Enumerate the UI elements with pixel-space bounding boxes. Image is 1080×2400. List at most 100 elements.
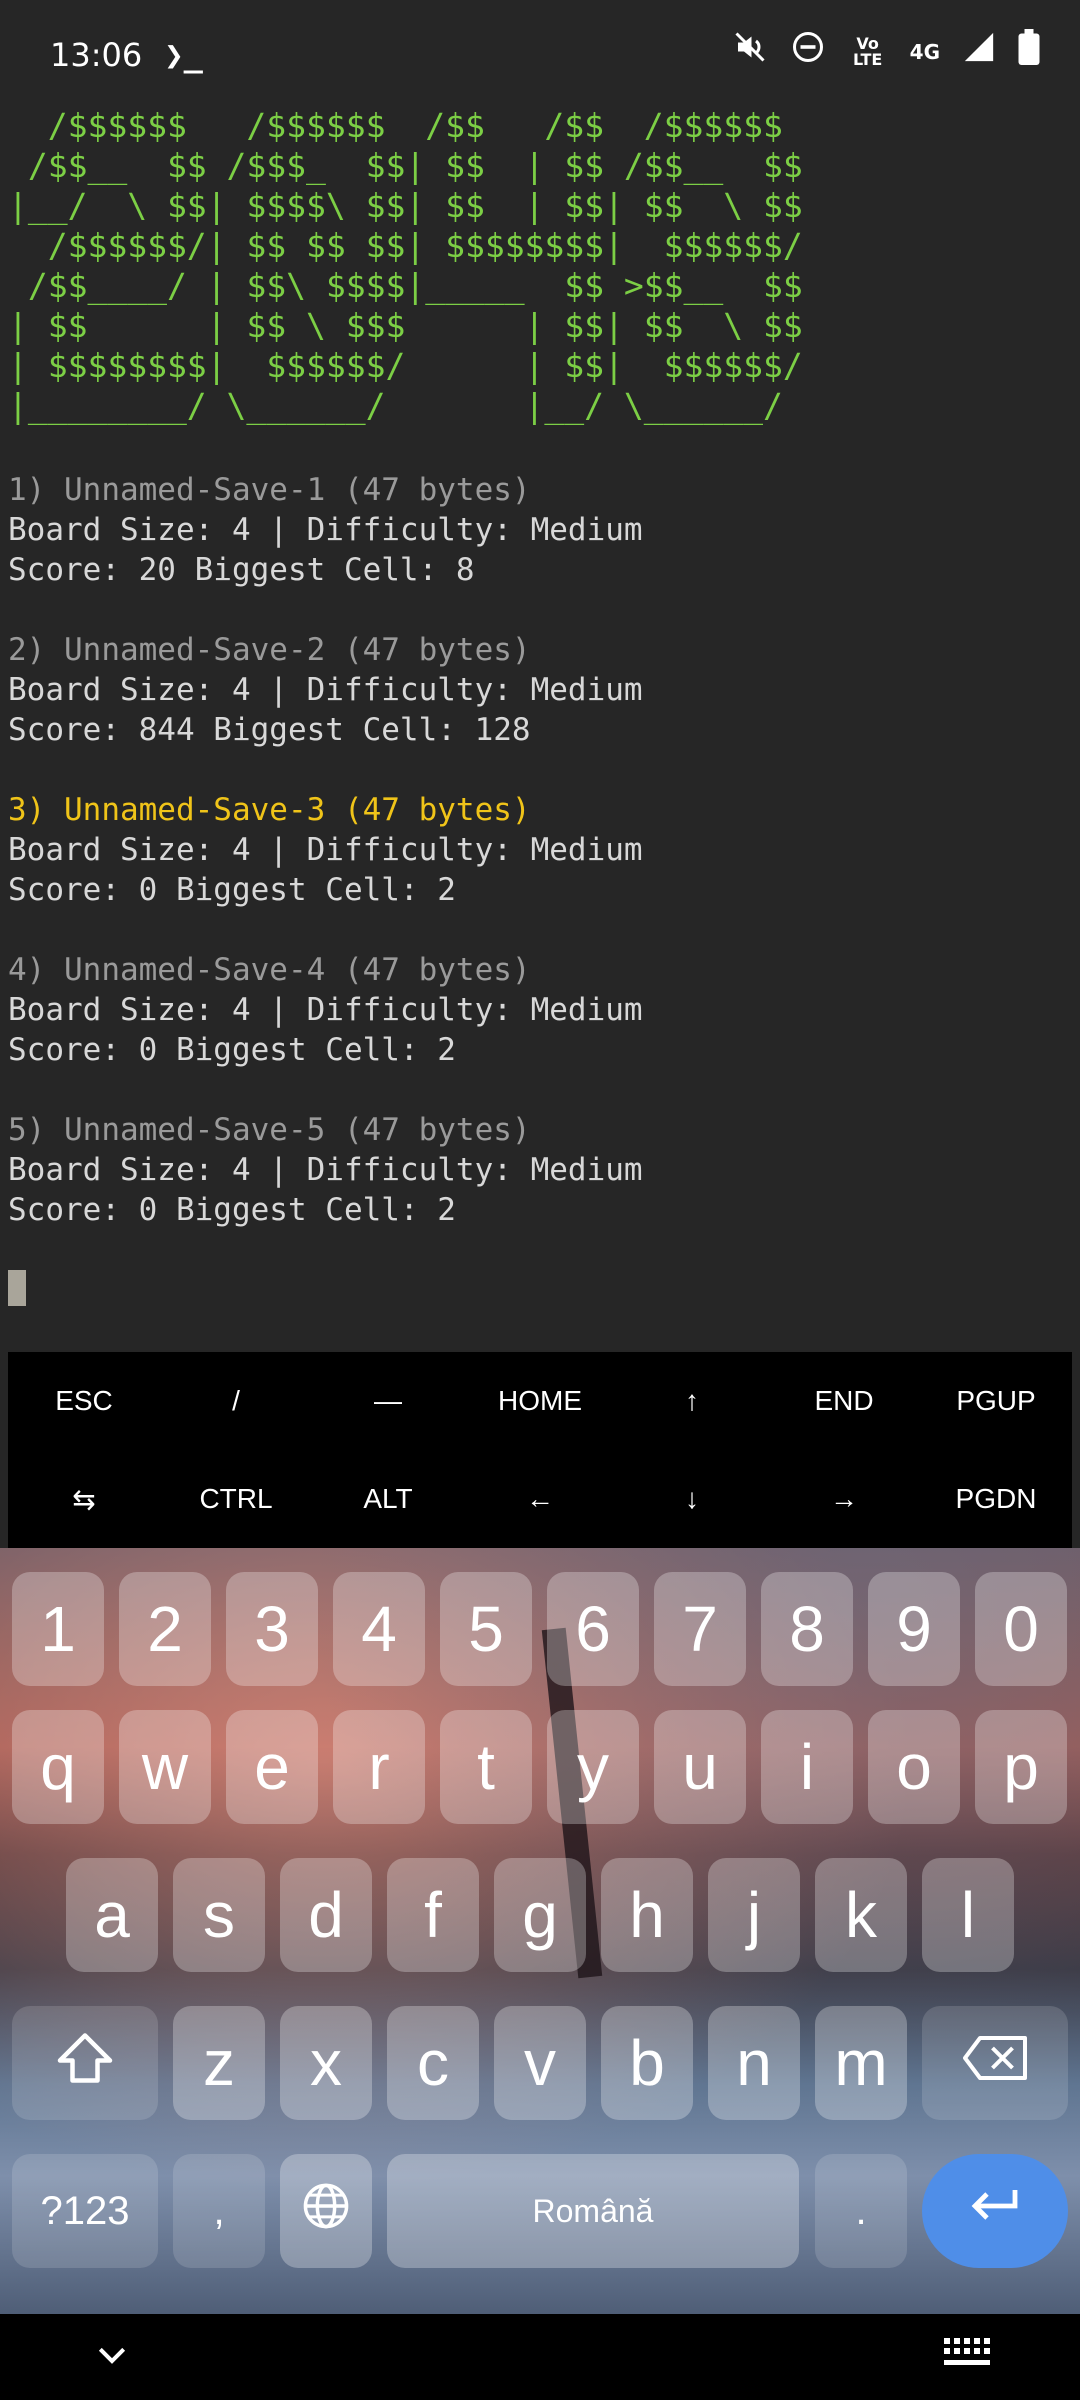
key-c[interactable]: c: [387, 2006, 479, 2120]
enter-key[interactable]: [922, 2154, 1068, 2268]
key-3[interactable]: 3: [226, 1572, 318, 1686]
language-key[interactable]: [280, 2154, 372, 2268]
key-a[interactable]: a: [66, 1858, 158, 1972]
terminal-cursor: [8, 1270, 26, 1306]
ctrl-key[interactable]: CTRL: [160, 1450, 312, 1548]
key-m[interactable]: m: [815, 2006, 907, 2120]
key-o[interactable]: o: [868, 1710, 960, 1824]
key-l[interactable]: l: [922, 1858, 1014, 1972]
key-5[interactable]: 5: [440, 1572, 532, 1686]
save-score-info: Score: 0 Biggest Cell: 2: [8, 872, 456, 908]
save-title: 1) Unnamed-Save-1 (47 bytes): [8, 472, 531, 508]
extra-keys-row-2: ⇆ CTRL ALT ← ↓ → PGDN: [8, 1450, 1072, 1548]
key-u[interactable]: u: [654, 1710, 746, 1824]
key-j[interactable]: j: [708, 1858, 800, 1972]
alt-key[interactable]: ALT: [312, 1450, 464, 1548]
keyboard-switcher-button[interactable]: [944, 2338, 990, 2365]
home-key[interactable]: HOME: [464, 1352, 616, 1450]
key-f[interactable]: f: [387, 1858, 479, 1972]
comma-key[interactable]: ,: [173, 2154, 265, 2268]
extra-keys-toolbar: ESC / — HOME ↑ END PGUP ⇆ CTRL ALT ← ↓ →…: [8, 1352, 1072, 1548]
terminal-notification-icon: ❯_: [164, 36, 203, 74]
save-score-info: Score: 20 Biggest Cell: 8: [8, 552, 475, 588]
pgdn-key[interactable]: PGDN: [920, 1450, 1072, 1548]
status-icons: Vo LTE 4G: [732, 28, 1040, 75]
save-entry-1[interactable]: 1) Unnamed-Save-1 (47 bytes) Board Size:…: [8, 470, 643, 590]
network-4g-icon: 4G: [909, 40, 940, 64]
space-bar[interactable]: Română: [387, 2154, 799, 2268]
key-e[interactable]: e: [226, 1710, 318, 1824]
key-q[interactable]: q: [12, 1710, 104, 1824]
shift-icon: [55, 2030, 115, 2096]
save-title: 3) Unnamed-Save-3 (47 bytes): [8, 792, 531, 828]
dash-key[interactable]: —: [312, 1352, 464, 1450]
key-4[interactable]: 4: [333, 1572, 425, 1686]
key-r[interactable]: r: [333, 1710, 425, 1824]
esc-key[interactable]: ESC: [8, 1352, 160, 1450]
key-t[interactable]: t: [440, 1710, 532, 1824]
shift-key[interactable]: [12, 2006, 158, 2120]
navigation-bar: [0, 2314, 1080, 2400]
key-d[interactable]: d: [280, 1858, 372, 1972]
save-entry-4[interactable]: 4) Unnamed-Save-4 (47 bytes) Board Size:…: [8, 950, 643, 1070]
symbols-key[interactable]: ?123: [12, 2154, 158, 2268]
key-0[interactable]: 0: [975, 1572, 1067, 1686]
arrow-up-key[interactable]: ↑: [616, 1352, 768, 1450]
battery-icon: [1018, 28, 1040, 76]
key-g[interactable]: g: [494, 1858, 586, 1972]
save-board-info: Board Size: 4 | Difficulty: Medium: [8, 1152, 643, 1188]
do-not-disturb-icon: [790, 29, 826, 76]
save-entry-5[interactable]: 5) Unnamed-Save-5 (47 bytes) Board Size:…: [8, 1110, 643, 1230]
pgup-key[interactable]: PGUP: [920, 1352, 1072, 1450]
arrow-right-key[interactable]: →: [768, 1450, 920, 1548]
hide-keyboard-button[interactable]: [92, 2336, 132, 2385]
tab-key[interactable]: ⇆: [8, 1450, 160, 1548]
soft-keyboard: 1 2 3 4 5 6 7 8 9 0 q w e r t y u i o p …: [0, 1548, 1080, 2314]
save-entry-2[interactable]: 2) Unnamed-Save-2 (47 bytes) Board Size:…: [8, 630, 643, 750]
save-title: 5) Unnamed-Save-5 (47 bytes): [8, 1112, 531, 1148]
extra-keys-row-1: ESC / — HOME ↑ END PGUP: [8, 1352, 1072, 1450]
status-left: 13:06 ❯_: [50, 36, 203, 74]
volte-icon: Vo LTE: [852, 34, 883, 69]
key-s[interactable]: s: [173, 1858, 265, 1972]
save-title: 2) Unnamed-Save-2 (47 bytes): [8, 632, 531, 668]
save-score-info: Score: 844 Biggest Cell: 128: [8, 712, 531, 748]
end-key[interactable]: END: [768, 1352, 920, 1450]
mute-icon: [732, 29, 768, 76]
key-i[interactable]: i: [761, 1710, 853, 1824]
signal-icon: [962, 30, 996, 75]
clock: 13:06: [50, 36, 143, 74]
slash-key[interactable]: /: [160, 1352, 312, 1450]
keyboard-icon: [944, 2338, 990, 2365]
key-n[interactable]: n: [708, 2006, 800, 2120]
chevron-down-icon: [92, 2345, 132, 2385]
key-z[interactable]: z: [173, 2006, 265, 2120]
key-w[interactable]: w: [119, 1710, 211, 1824]
key-v[interactable]: v: [494, 2006, 586, 2120]
save-score-info: Score: 0 Biggest Cell: 2: [8, 1192, 456, 1228]
backspace-key[interactable]: [922, 2006, 1068, 2120]
key-h[interactable]: h: [601, 1858, 693, 1972]
key-b[interactable]: b: [601, 2006, 693, 2120]
status-bar: 13:06 ❯_ Vo LTE 4G: [0, 0, 1080, 100]
arrow-down-key[interactable]: ↓: [616, 1450, 768, 1548]
key-9[interactable]: 9: [868, 1572, 960, 1686]
key-k[interactable]: k: [815, 1858, 907, 1972]
save-score-info: Score: 0 Biggest Cell: 2: [8, 1032, 456, 1068]
save-board-info: Board Size: 4 | Difficulty: Medium: [8, 832, 643, 868]
period-key[interactable]: .: [815, 2154, 907, 2268]
key-x[interactable]: x: [280, 2006, 372, 2120]
key-2[interactable]: 2: [119, 1572, 211, 1686]
arrow-left-key[interactable]: ←: [464, 1450, 616, 1548]
save-entry-3-selected[interactable]: 3) Unnamed-Save-3 (47 bytes) Board Size:…: [8, 790, 643, 910]
enter-icon: [967, 2186, 1023, 2236]
save-board-info: Board Size: 4 | Difficulty: Medium: [8, 992, 643, 1028]
terminal-view[interactable]: /$$$$$$ /$$$$$$ /$$ /$$ /$$$$$$ /$$__ $$…: [0, 100, 1080, 1350]
key-1[interactable]: 1: [12, 1572, 104, 1686]
key-8[interactable]: 8: [761, 1572, 853, 1686]
key-y[interactable]: y: [547, 1710, 639, 1824]
key-p[interactable]: p: [975, 1710, 1067, 1824]
save-list: 1) Unnamed-Save-1 (47 bytes) Board Size:…: [8, 470, 643, 1270]
key-7[interactable]: 7: [654, 1572, 746, 1686]
key-6[interactable]: 6: [547, 1572, 639, 1686]
